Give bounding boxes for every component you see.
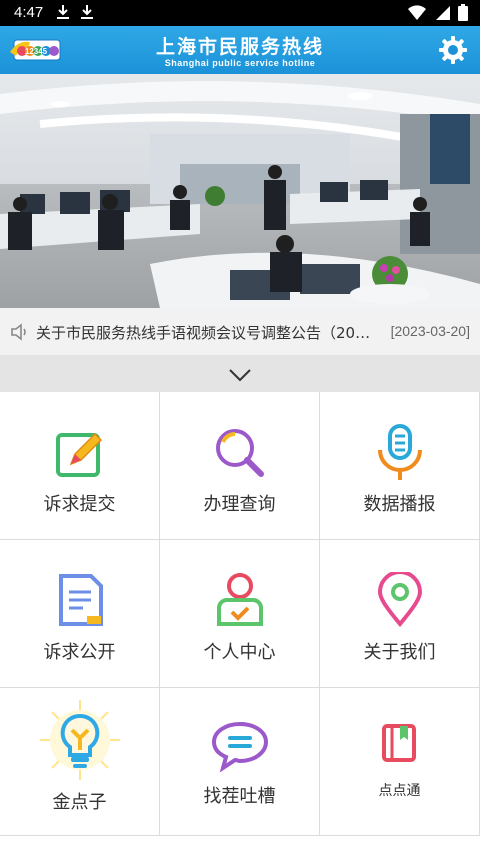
status-bar: 4:47 <box>0 0 480 26</box>
menu-item-personal-center[interactable]: 个人中心 <box>160 540 320 688</box>
lightbulb-icon <box>39 700 120 780</box>
menu-label: 数据播报 <box>363 494 436 515</box>
menu-label: 关于我们 <box>363 642 436 663</box>
menu-label: 金点子 <box>52 792 107 813</box>
app-title: 上海市民服务热线 <box>155 36 324 58</box>
banner-image[interactable] <box>0 74 480 308</box>
menu-item-submit-request[interactable]: 诉求提交 <box>0 392 160 540</box>
speaker-icon <box>10 322 30 342</box>
app-subtitle: Shanghai public service hotline <box>164 58 316 68</box>
location-pin-icon <box>377 572 422 628</box>
download-icon <box>56 4 70 24</box>
microphone-icon <box>377 424 422 480</box>
menu-item-data-broadcast[interactable]: 数据播报 <box>320 392 480 540</box>
menu-item-golden-idea[interactable]: 金点子 <box>0 688 160 836</box>
notice-text[interactable]: 关于市民服务热线手语视频会议号调整公告（2023年… <box>36 322 376 343</box>
chevron-down-icon[interactable] <box>228 367 252 382</box>
menu-item-public-requests[interactable]: 诉求公开 <box>0 540 160 688</box>
chat-bubble-icon <box>211 721 268 772</box>
menu-item-about-us[interactable]: 关于我们 <box>320 540 480 688</box>
menu-item-complaints[interactable]: 找茬吐槽 <box>160 688 320 836</box>
menu-label: 点点通 <box>378 783 421 799</box>
download-icon <box>80 4 94 24</box>
menu-label: 个人中心 <box>203 642 276 663</box>
menu-label: 诉求提交 <box>43 494 116 515</box>
menu-grid: 诉求提交 办理查询 数据播报 诉求公开 个人中心 关于我们 金点子 找茬吐槽 点… <box>0 392 480 836</box>
menu-item-diandiantong[interactable]: 点点通 <box>320 688 480 836</box>
user-icon <box>216 573 263 626</box>
document-icon <box>58 574 103 626</box>
expand-toggle[interactable] <box>0 356 480 392</box>
menu-item-progress-query[interactable]: 办理查询 <box>160 392 320 540</box>
notice-date: [2023-03-20] <box>390 323 470 339</box>
menu-label: 找茬吐槽 <box>203 786 276 807</box>
status-time: 4:47 <box>14 4 44 21</box>
app-header: 12345 上海市民服务热线 Shanghai public service h… <box>0 26 480 74</box>
settings-gear-icon[interactable] <box>438 35 468 65</box>
book-icon <box>381 724 416 762</box>
battery-icon <box>458 4 468 25</box>
edit-icon <box>55 432 102 477</box>
menu-label: 办理查询 <box>203 494 276 515</box>
menu-label: 诉求公开 <box>43 642 116 663</box>
wifi-icon <box>408 4 426 25</box>
notice-bar[interactable]: 关于市民服务热线手语视频会议号调整公告（2023年… [2023-03-20] <box>0 308 480 356</box>
signal-icon <box>434 5 450 25</box>
search-icon <box>215 429 264 477</box>
